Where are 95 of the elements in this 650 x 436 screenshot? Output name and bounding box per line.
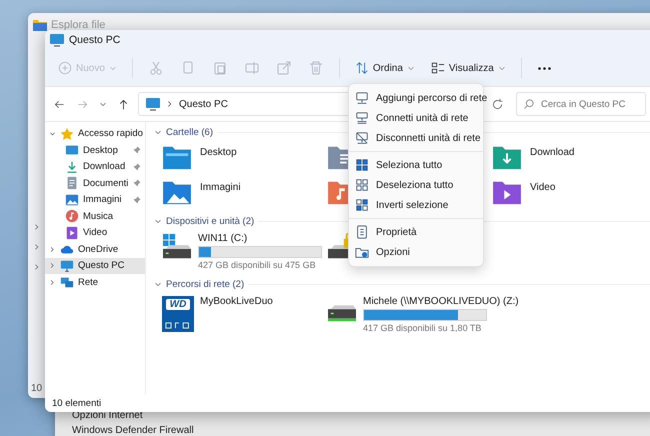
pin-icon <box>133 146 141 154</box>
sort-arrows-icon <box>354 61 369 75</box>
free-space-text: 427 GB disponibili su 475 GB <box>198 260 317 270</box>
grid-icon <box>355 178 369 192</box>
plus-circle-icon <box>58 61 72 75</box>
search-icon <box>523 98 535 110</box>
view-list-icon <box>430 61 445 75</box>
document-icon <box>65 176 79 190</box>
window-title: Esplora file <box>51 19 106 31</box>
drive-name[interactable]: Michele (\\MYBOOKLIVEDUO) (Z:) <box>363 296 519 307</box>
trash-icon <box>308 60 324 76</box>
pin-icon <box>133 196 141 204</box>
folder-icon[interactable] <box>492 179 522 205</box>
menu-item[interactable]: Inverti selezione <box>349 195 483 215</box>
music-icon <box>65 209 79 224</box>
invert-selection-icon <box>355 198 369 212</box>
chevron-icon[interactable] <box>154 128 162 136</box>
folder-icon[interactable] <box>162 144 192 170</box>
chevron-icon[interactable] <box>49 278 56 286</box>
video-icon <box>65 226 79 240</box>
more-icon <box>538 66 551 70</box>
chevron-icon <box>166 100 174 108</box>
menu-item[interactable]: Opzioni <box>349 242 483 262</box>
select-all-icon <box>355 158 369 172</box>
sidebar-item[interactable]: Rete <box>45 274 145 290</box>
sidebar-item[interactable]: Video <box>45 225 145 240</box>
free-space-text: 417 GB disponibili su 1,80 TB <box>363 323 482 333</box>
sidebar-item[interactable]: Desktop <box>45 142 145 158</box>
drive-name[interactable]: WIN11 (C:) <box>198 233 322 244</box>
chevron-icon <box>32 243 40 251</box>
folder-name[interactable]: Desktop <box>200 147 237 158</box>
media-icon <box>165 322 191 329</box>
download-icon <box>65 160 79 174</box>
chevron-down-icon[interactable] <box>99 100 107 108</box>
search-field[interactable]: Cerca in Questo PC <box>516 92 646 116</box>
chevron-icon[interactable] <box>154 280 162 288</box>
nas-logo[interactable]: WD <box>162 296 194 332</box>
folder-name[interactable]: Immagini <box>200 182 241 193</box>
folder-icon[interactable] <box>492 144 522 170</box>
up-icon[interactable] <box>117 98 130 110</box>
scissors-icon <box>148 60 164 76</box>
refresh-icon[interactable] <box>491 98 504 110</box>
monitor-icon <box>49 32 65 48</box>
menu-item[interactable]: Proprietà <box>349 222 483 242</box>
disconnect-icon <box>355 131 369 145</box>
folder-name[interactable]: Download <box>530 147 574 158</box>
chevron-icon[interactable] <box>49 262 56 270</box>
network-drive-icon <box>355 91 369 105</box>
caret-icon <box>406 64 415 72</box>
pin-icon <box>133 162 141 171</box>
chevron-icon <box>32 223 40 231</box>
address-path[interactable]: Questo PC <box>179 98 228 110</box>
folder-name[interactable]: Video <box>530 182 556 193</box>
rename-icon <box>244 60 260 76</box>
menu-item[interactable]: Seleziona tutto <box>349 155 483 175</box>
star-icon <box>60 126 74 141</box>
chevron-icon <box>32 263 40 271</box>
sidebar-item[interactable]: Accesso rapido <box>45 126 145 142</box>
status-text: 10 <box>30 383 42 394</box>
sidebar-item[interactable]: Musica <box>45 208 145 224</box>
sidebar-item[interactable]: Documenti <box>45 176 145 191</box>
menu-item[interactable]: Disconnetti unità di rete <box>349 128 483 148</box>
properties-icon <box>355 225 369 239</box>
status-text: 10 elementi <box>52 398 102 408</box>
monitor-icon <box>60 258 74 273</box>
network-drive-icon <box>355 111 369 125</box>
section-title: Percorsi di rete (2) <box>166 278 244 290</box>
folder-settings-icon <box>355 245 369 259</box>
clipboard-icon <box>212 60 228 76</box>
chevron-icon[interactable] <box>154 217 162 225</box>
chevron-icon[interactable] <box>49 130 56 138</box>
sidebar-item[interactable]: Questo PC <box>45 258 145 274</box>
monitor-icon <box>145 96 161 112</box>
sort-button[interactable]: Ordina <box>348 57 422 79</box>
section-title: Dispositivi e unità (2) <box>166 216 254 226</box>
section-title: Cartelle (6) <box>166 126 213 138</box>
chevron-icon[interactable] <box>49 246 56 253</box>
share-icon <box>276 60 292 76</box>
window-title: Questo PC <box>69 34 120 46</box>
monitor-icon <box>65 143 79 158</box>
pin-icon <box>133 179 141 188</box>
sidebar-item[interactable]: OneDrive <box>45 242 145 257</box>
menu-item[interactable]: Deseleziona tutto <box>349 175 483 195</box>
caret-icon <box>498 64 506 72</box>
caret-icon <box>108 64 117 72</box>
sidebar-item[interactable]: Immagini <box>45 192 145 208</box>
control-panel-link[interactable]: Windows Defender Firewall <box>72 425 650 436</box>
sidebar-item[interactable]: Download <box>45 159 145 174</box>
view-button[interactable]: Visualizza <box>424 57 513 79</box>
folder-icon <box>32 17 48 33</box>
windows-drive-icon[interactable] <box>162 233 192 261</box>
folder-icon[interactable] <box>162 179 192 205</box>
drive-name[interactable]: MyBookLiveDuo <box>200 296 273 307</box>
network-icon <box>60 275 74 290</box>
picture-icon <box>65 192 79 207</box>
